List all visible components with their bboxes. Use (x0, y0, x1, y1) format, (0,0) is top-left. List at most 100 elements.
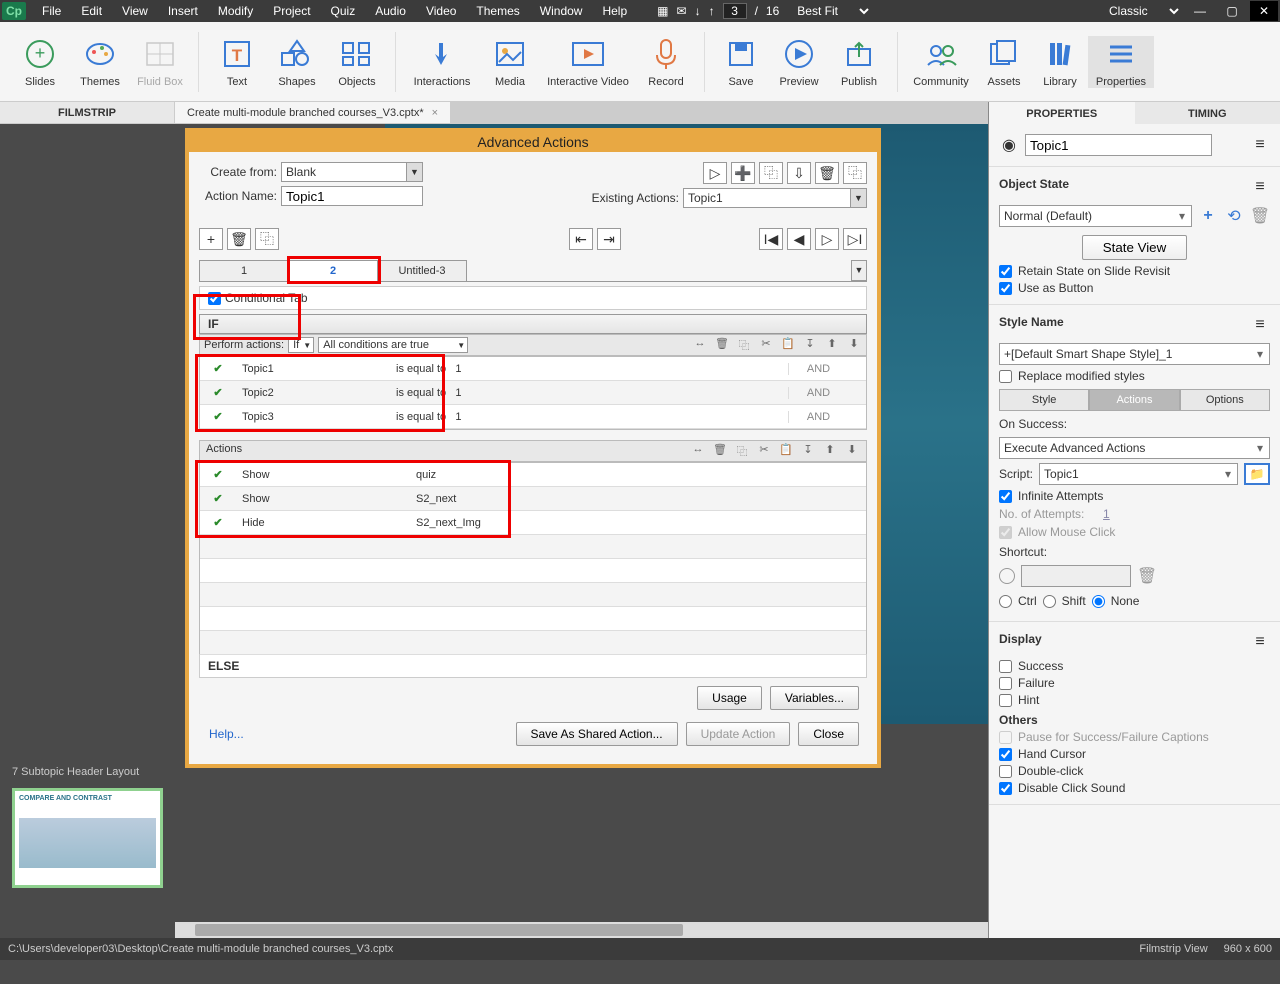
menu-quiz[interactable]: Quiz (321, 4, 366, 18)
subtab-options[interactable]: Options (1180, 389, 1270, 411)
cond-paste-icon[interactable]: 📋 (780, 337, 796, 353)
prev-icon[interactable]: ◀ (787, 228, 811, 250)
delete-decision-icon[interactable]: 🗑 (227, 228, 251, 250)
double-click-checkbox[interactable] (999, 765, 1012, 778)
decision-tab-3[interactable]: Untitled-3 (377, 260, 467, 281)
decision-tab-2[interactable]: 2 (288, 260, 378, 281)
ribbon-themes[interactable]: Themes (70, 36, 130, 88)
ribbon-library[interactable]: Library (1032, 36, 1088, 88)
on-success-select[interactable]: Execute Advanced Actions (999, 437, 1270, 459)
menu-edit[interactable]: Edit (71, 4, 112, 18)
help-link[interactable]: Help... (199, 721, 254, 747)
ribbon-objects[interactable]: Objects (327, 36, 387, 88)
menu-view[interactable]: View (112, 4, 158, 18)
cond-insert-icon[interactable]: ↧ (802, 337, 818, 353)
update-action-button[interactable]: Update Action (686, 722, 791, 746)
slide-thumbnail-8[interactable]: COMPARE AND CONTRAST (12, 788, 163, 888)
failure-checkbox[interactable] (999, 677, 1012, 690)
perform-if-select[interactable]: If (288, 337, 314, 353)
ribbon-record[interactable]: Record (636, 36, 696, 88)
subtab-actions[interactable]: Actions (1089, 389, 1179, 411)
menu-themes[interactable]: Themes (466, 4, 529, 18)
add-action-icon[interactable]: ➕ (731, 162, 755, 184)
ribbon-assets[interactable]: Assets (976, 36, 1032, 88)
move-right-icon[interactable]: ⇥ (597, 228, 621, 250)
ribbon-properties[interactable]: Properties (1088, 36, 1154, 88)
existing-actions-select[interactable]: Topic1▼ (683, 188, 867, 208)
menu-icon[interactable]: ≡ (1250, 177, 1270, 197)
close-dialog-button[interactable]: Close (798, 722, 859, 746)
cond-copy-icon[interactable]: ⿻ (736, 337, 752, 353)
act-paste-icon[interactable]: 📋 (778, 443, 794, 459)
maximize-button[interactable]: ▢ (1218, 1, 1246, 21)
clear-shortcut-icon[interactable]: 🗑 (1137, 566, 1157, 586)
cond-down-icon[interactable]: ⬇ (846, 337, 862, 353)
menu-icon[interactable]: ≡ (1250, 135, 1270, 155)
add-decision-icon[interactable]: + (199, 228, 223, 250)
menu-icon[interactable]: ≡ (1250, 632, 1270, 652)
act-trash-icon[interactable]: 🗑 (712, 443, 728, 459)
cond-add-icon[interactable]: ↔ (692, 337, 708, 353)
copy-icon[interactable]: ⿻ (843, 162, 867, 184)
decision-dropdown[interactable]: ▼ (851, 260, 867, 281)
usage-button[interactable]: Usage (697, 686, 762, 710)
visibility-icon[interactable]: ◉ (999, 135, 1019, 155)
replace-styles-checkbox[interactable] (999, 370, 1012, 383)
script-select[interactable]: Topic1 (1039, 463, 1238, 485)
hand-cursor-checkbox[interactable] (999, 748, 1012, 761)
tab-timing[interactable]: TIMING (1135, 102, 1280, 125)
ribbon-save[interactable]: Save (713, 36, 769, 88)
import-icon[interactable]: ⇩ (787, 162, 811, 184)
ribbon-media[interactable]: Media (480, 36, 540, 88)
none-radio[interactable] (1092, 595, 1105, 608)
success-checkbox[interactable] (999, 660, 1012, 673)
act-add-icon[interactable]: ↔ (690, 443, 706, 459)
all-conditions-select[interactable]: All conditions are true (318, 337, 468, 353)
cond-cut-icon[interactable]: ✂ (758, 337, 774, 353)
retain-state-checkbox[interactable] (999, 265, 1012, 278)
menu-icon[interactable]: ≡ (1250, 315, 1270, 335)
act-up-icon[interactable]: ⬆ (822, 443, 838, 459)
preview-icon[interactable]: ▷ (703, 162, 727, 184)
delete-state-icon[interactable]: 🗑 (1250, 206, 1270, 226)
menu-insert[interactable]: Insert (158, 4, 208, 18)
act-copy-icon[interactable]: ⿻ (734, 443, 750, 459)
down-icon[interactable]: ↓ (695, 4, 701, 18)
ribbon-text[interactable]: TText (207, 36, 267, 88)
delete-icon[interactable]: 🗑 (815, 162, 839, 184)
subtab-style[interactable]: Style (999, 389, 1089, 411)
mail-icon[interactable]: ✉ (677, 4, 687, 18)
document-tab[interactable]: Create multi-module branched courses_V3.… (175, 102, 451, 123)
use-as-button-checkbox[interactable] (999, 282, 1012, 295)
save-shared-button[interactable]: Save As Shared Action... (516, 722, 678, 746)
state-select[interactable]: Normal (Default) (999, 205, 1192, 227)
act-down-icon[interactable]: ⬇ (844, 443, 860, 459)
state-view-button[interactable]: State View (1082, 235, 1187, 260)
style-select[interactable]: +[Default Smart Shape Style]_1 (999, 343, 1270, 365)
last-icon[interactable]: ▷I (843, 228, 867, 250)
cond-trash-icon[interactable]: 🗑 (714, 337, 730, 353)
first-icon[interactable]: I◀ (759, 228, 783, 250)
act-cut-icon[interactable]: ✂ (756, 443, 772, 459)
variables-button[interactable]: Variables... (770, 686, 859, 710)
menu-modify[interactable]: Modify (208, 4, 263, 18)
ribbon-slides[interactable]: +Slides (10, 36, 70, 88)
decision-tab-1[interactable]: 1 (199, 260, 289, 281)
up-icon[interactable]: ↑ (709, 4, 715, 18)
conditional-tab-checkbox[interactable] (208, 292, 221, 305)
act-insert-icon[interactable]: ↧ (800, 443, 816, 459)
action-name-input[interactable] (281, 186, 423, 206)
create-from-select[interactable]: Blank▼ (281, 162, 423, 182)
hint-checkbox[interactable] (999, 694, 1012, 707)
add-state-icon[interactable]: + (1198, 206, 1218, 226)
object-name-input[interactable] (1025, 134, 1212, 156)
menu-file[interactable]: File (32, 4, 71, 18)
infinite-attempts-checkbox[interactable] (999, 490, 1012, 503)
menu-project[interactable]: Project (263, 4, 320, 18)
tab-close-icon[interactable]: × (432, 107, 438, 119)
layout-select[interactable]: Classic (1099, 1, 1182, 21)
shortcut-input[interactable] (1021, 565, 1131, 587)
menu-audio[interactable]: Audio (365, 4, 416, 18)
move-left-icon[interactable]: ⇤ (569, 228, 593, 250)
ribbon-publish[interactable]: Publish (829, 36, 889, 88)
